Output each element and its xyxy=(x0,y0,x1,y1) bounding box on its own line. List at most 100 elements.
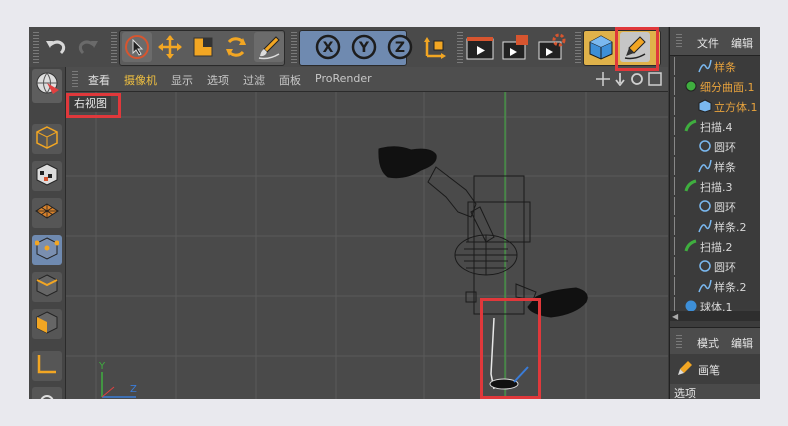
attribute-object-row: 画笔 xyxy=(670,354,760,384)
add-cube-button[interactable] xyxy=(586,32,616,62)
render-view-button[interactable] xyxy=(465,32,495,62)
subdivision-icon xyxy=(684,79,698,96)
undo-button[interactable] xyxy=(41,32,71,62)
model-mode-button[interactable] xyxy=(32,124,62,154)
texture-mode-icon xyxy=(35,162,59,190)
points-mode-button[interactable] xyxy=(32,235,62,265)
sweep-icon xyxy=(684,179,698,196)
tweak-icon xyxy=(35,388,59,399)
menu-filter[interactable]: 过滤 xyxy=(243,72,265,88)
workplane-mode-button[interactable] xyxy=(32,198,62,228)
make-editable-button[interactable] xyxy=(32,69,62,103)
panel-scrollbar[interactable]: ◀ xyxy=(670,311,760,321)
object-manager-panel: 文件 编辑 样条 细分曲面.1 立方体.1 扫描.4 圆环 样条 扫描.3 圆环 样条.2 扫描.… xyxy=(669,27,760,399)
toolbar-grip[interactable] xyxy=(457,31,463,63)
circle-icon xyxy=(698,199,712,216)
globe-icon xyxy=(33,70,61,102)
menu-options[interactable]: 选项 xyxy=(207,72,229,88)
rotate-icon xyxy=(223,34,249,60)
sweep-icon xyxy=(684,239,698,256)
spline-icon xyxy=(698,279,712,296)
menu-view[interactable]: 查看 xyxy=(88,72,110,88)
toolbar-grip[interactable] xyxy=(291,31,297,63)
redo-button[interactable] xyxy=(73,32,103,62)
object-tree-item-label: 样条 xyxy=(714,161,736,174)
pen-tool-icon xyxy=(676,359,694,381)
viewport-name-label: 右视图 xyxy=(70,94,111,112)
object-tree-item-label: 圆环 xyxy=(714,201,736,214)
menu-camera[interactable]: 摄像机 xyxy=(124,72,157,88)
spline-icon xyxy=(698,159,712,176)
move-tool-button[interactable] xyxy=(155,32,185,62)
menu-edit-attr[interactable]: 编辑 xyxy=(731,335,753,351)
menu-mode[interactable]: 模式 xyxy=(697,335,719,351)
menu-prorender[interactable]: ProRender xyxy=(315,72,372,85)
viewport-zoom-icon[interactable] xyxy=(613,71,627,90)
axis-mode-button[interactable] xyxy=(32,351,62,381)
sweep-icon xyxy=(684,119,698,136)
scroll-left-icon[interactable]: ◀ xyxy=(672,312,678,321)
object-manager-header: 文件 编辑 xyxy=(670,27,760,56)
attribute-object-label: 画笔 xyxy=(698,364,720,377)
spline-icon xyxy=(698,219,712,236)
toolbar-grip[interactable] xyxy=(33,31,39,63)
tree-line xyxy=(674,277,697,295)
tree-line xyxy=(674,77,683,95)
redo-icon xyxy=(76,36,100,58)
undo-icon xyxy=(44,36,68,58)
viewport-scene: Y Z xyxy=(66,92,668,399)
texture-mode-button[interactable] xyxy=(32,161,62,191)
axis-mode-icon xyxy=(35,352,59,380)
x-axis-lock-button[interactable]: X xyxy=(313,32,343,62)
menu-panel[interactable]: 面板 xyxy=(279,72,301,88)
viewport-maximize-icon[interactable] xyxy=(648,71,662,90)
circle-icon xyxy=(698,259,712,276)
y-axis-gizmo-label: Y xyxy=(98,361,106,372)
menu-display[interactable]: 显示 xyxy=(171,72,193,88)
viewport-move-icon[interactable] xyxy=(596,71,610,90)
menu-file[interactable]: 文件 xyxy=(697,35,719,51)
polygons-mode-button[interactable] xyxy=(32,309,62,339)
panel-grip[interactable] xyxy=(676,33,682,47)
object-tree-item-label: 扫描.4 xyxy=(700,121,733,134)
render-picture-button[interactable] xyxy=(501,32,531,62)
toolbar-grip[interactable] xyxy=(111,31,117,63)
brush-tool-button[interactable] xyxy=(254,32,284,62)
y-axis-lock-button[interactable]: Y xyxy=(349,32,379,62)
polygons-mode-icon xyxy=(35,310,59,338)
edges-mode-button[interactable] xyxy=(32,272,62,302)
pen-tool-icon xyxy=(622,34,648,60)
coordinate-system-icon xyxy=(423,34,449,60)
model-mode-icon xyxy=(35,125,59,153)
tweak-mode-button[interactable] xyxy=(32,387,62,399)
panel-grip[interactable] xyxy=(676,334,682,348)
object-tree-item-label: 细分曲面.1 xyxy=(700,81,755,94)
toolbar-grip[interactable] xyxy=(575,31,581,63)
viewport-rotate-icon[interactable] xyxy=(630,71,644,90)
brush-icon xyxy=(256,34,282,60)
main-toolbar: X Y Z xyxy=(29,27,668,68)
tree-line xyxy=(674,117,683,135)
attribute-manager-header: 模式 编辑 xyxy=(670,327,760,354)
viewport-right-view[interactable]: Y Z 右视图 xyxy=(66,92,668,399)
render-settings-button[interactable] xyxy=(537,32,567,62)
attribute-section-tab[interactable]: 选项 xyxy=(670,384,760,399)
rotate-tool-button[interactable] xyxy=(221,32,251,62)
pen-tool-button[interactable] xyxy=(620,32,650,62)
scale-tool-button[interactable] xyxy=(188,32,218,62)
object-tree: 样条 细分曲面.1 立方体.1 扫描.4 圆环 样条 扫描.3 圆环 样条.2 扫描.2 圆环 样条.… xyxy=(670,56,760,315)
y-axis-label: Y xyxy=(358,40,370,56)
coordinate-system-button[interactable] xyxy=(421,32,451,62)
tree-line xyxy=(674,57,697,75)
tree-line xyxy=(674,137,697,155)
object-tree-item-label: 样条.2 xyxy=(714,281,747,294)
tree-line xyxy=(674,237,683,255)
z-axis-lock-button[interactable]: Z xyxy=(385,32,415,62)
viewport-menu-grip[interactable] xyxy=(72,71,78,87)
render-picture-icon xyxy=(502,33,530,61)
tree-line xyxy=(674,197,697,215)
menu-edit[interactable]: 编辑 xyxy=(731,35,753,51)
object-tree-item-label: 扫描.3 xyxy=(700,181,733,194)
select-tool-button[interactable] xyxy=(122,32,152,62)
object-tree-item-label: 样条 xyxy=(714,61,736,74)
